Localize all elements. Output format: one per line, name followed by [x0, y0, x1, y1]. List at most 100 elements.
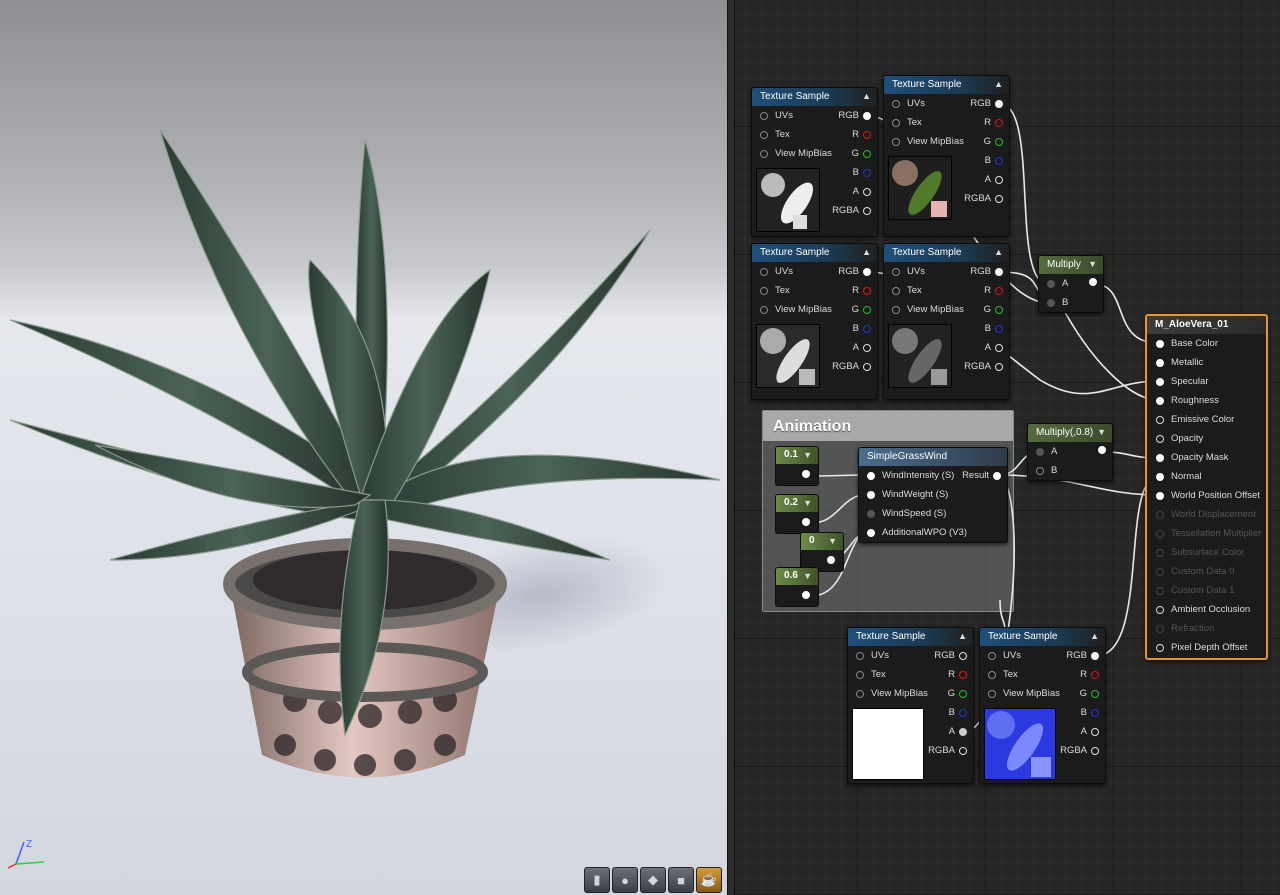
r-pin[interactable]: [995, 118, 1003, 127]
node-title[interactable]: Texture Sample ▲: [980, 628, 1105, 646]
collapse-arrow-icon[interactable]: ▼: [803, 571, 812, 581]
result-pin[interactable]: [993, 471, 1001, 480]
material-input-pin[interactable]: [1156, 643, 1164, 652]
b-pin[interactable]: [995, 156, 1003, 165]
r-pin[interactable]: [863, 130, 871, 139]
texture-sample-node[interactable]: Texture Sample ▲ UVs RGB Tex R View MipBias…: [751, 243, 878, 400]
collapse-arrow-icon[interactable]: ▼: [1088, 259, 1097, 269]
preview-viewport[interactable]: Z ▮ ● ◆ ■ ☕: [0, 0, 727, 895]
b-pin[interactable]: [1091, 708, 1099, 717]
material-input-pin[interactable]: [1156, 624, 1164, 633]
texture-sample-node[interactable]: Texture Sample ▲ UVs RGB Tex R View MipBias…: [751, 87, 878, 237]
material-input-pin[interactable]: [1156, 548, 1164, 557]
collapse-arrow-icon[interactable]: ▼: [828, 536, 837, 546]
tex-pin[interactable]: [856, 670, 864, 679]
collapse-arrow-icon[interactable]: ▲: [1090, 631, 1099, 641]
rgba-pin[interactable]: [959, 746, 967, 755]
material-input-row[interactable]: Normal: [1147, 467, 1266, 486]
r-pin[interactable]: [1091, 670, 1099, 679]
uvs-pin[interactable]: [760, 111, 768, 120]
material-input-row[interactable]: Refraction: [1147, 619, 1266, 638]
r-pin[interactable]: [995, 286, 1003, 295]
material-result-node[interactable]: M_AloeVera_01 Base Color Metallic Specular…: [1145, 314, 1268, 660]
node-title[interactable]: Texture Sample ▲: [752, 244, 877, 262]
material-input-pin[interactable]: [1156, 434, 1164, 443]
rgb-pin[interactable]: [995, 267, 1003, 276]
wind-weight-pin[interactable]: [867, 490, 875, 499]
rgba-pin[interactable]: [1091, 746, 1099, 755]
rgba-pin[interactable]: [995, 194, 1003, 203]
material-input-pin[interactable]: [1156, 415, 1164, 424]
collapse-arrow-icon[interactable]: ▲: [862, 247, 871, 257]
node-title[interactable]: 0.1 ▼: [776, 447, 818, 464]
a-pin[interactable]: [863, 343, 871, 352]
tex-pin[interactable]: [760, 130, 768, 139]
collapse-arrow-icon[interactable]: ▼: [803, 450, 812, 460]
mipbias-pin[interactable]: [988, 689, 996, 698]
node-title[interactable]: Texture Sample ▲: [884, 76, 1009, 94]
output-pin[interactable]: [827, 556, 835, 564]
a-input-pin[interactable]: [1036, 447, 1044, 456]
texture-sample-node[interactable]: Texture Sample ▲ UVs RGB Tex R View MipBias…: [979, 627, 1106, 784]
output-pin[interactable]: [1098, 446, 1106, 454]
additional-wpo-pin[interactable]: [867, 528, 875, 537]
material-input-pin[interactable]: [1156, 453, 1164, 462]
tex-pin[interactable]: [892, 118, 900, 127]
material-input-pin[interactable]: [1156, 529, 1164, 538]
g-pin[interactable]: [995, 137, 1003, 146]
material-input-pin[interactable]: [1156, 586, 1164, 595]
material-input-row[interactable]: World Position Offset: [1147, 486, 1266, 505]
node-title[interactable]: 0 ▼: [801, 533, 843, 550]
constant-node[interactable]: 0 ▼: [800, 532, 844, 572]
g-pin[interactable]: [1091, 689, 1099, 698]
multiply-scalar-node[interactable]: Multiply(,0.8) ▼ A B: [1027, 423, 1113, 481]
mipbias-pin[interactable]: [892, 305, 900, 314]
uvs-pin[interactable]: [760, 267, 768, 276]
material-input-pin[interactable]: [1156, 339, 1164, 348]
cylinder-icon[interactable]: ▮: [584, 867, 610, 893]
node-title[interactable]: Texture Sample ▲: [848, 628, 973, 646]
material-input-pin[interactable]: [1156, 377, 1164, 386]
b-input-pin[interactable]: [1036, 466, 1044, 475]
multiply-node[interactable]: Multiply ▼ A B: [1038, 255, 1104, 313]
material-input-row[interactable]: Ambient Occlusion: [1147, 600, 1266, 619]
texture-sample-node[interactable]: Texture Sample ▲ UVs RGB Tex R View MipBias…: [883, 243, 1010, 400]
b-pin[interactable]: [863, 324, 871, 333]
material-input-pin[interactable]: [1156, 510, 1164, 519]
g-pin[interactable]: [863, 305, 871, 314]
material-title[interactable]: M_AloeVera_01: [1147, 316, 1266, 334]
uvs-pin[interactable]: [892, 99, 900, 108]
b-pin[interactable]: [863, 168, 871, 177]
a-pin[interactable]: [995, 175, 1003, 184]
rgb-pin[interactable]: [1091, 651, 1099, 660]
rgb-pin[interactable]: [863, 267, 871, 276]
output-pin[interactable]: [802, 518, 810, 526]
rgba-pin[interactable]: [863, 206, 871, 215]
a-pin[interactable]: [1091, 727, 1099, 736]
a-pin[interactable]: [995, 343, 1003, 352]
node-title[interactable]: Multiply ▼: [1039, 256, 1103, 274]
material-input-row[interactable]: Base Color: [1147, 334, 1266, 353]
node-title[interactable]: Texture Sample ▲: [752, 88, 877, 106]
simple-grass-wind-node[interactable]: SimpleGrassWind WindIntensity (S) Result …: [858, 447, 1008, 543]
g-pin[interactable]: [995, 305, 1003, 314]
uvs-pin[interactable]: [892, 267, 900, 276]
comment-title[interactable]: Animation: [763, 411, 1013, 441]
rgba-pin[interactable]: [995, 362, 1003, 371]
mipbias-pin[interactable]: [856, 689, 864, 698]
material-input-pin[interactable]: [1156, 491, 1164, 500]
b-input-pin[interactable]: [1047, 298, 1055, 307]
b-pin[interactable]: [995, 324, 1003, 333]
material-input-row[interactable]: Metallic: [1147, 353, 1266, 372]
mipbias-pin[interactable]: [760, 305, 768, 314]
wind-speed-pin[interactable]: [867, 509, 875, 518]
rgba-pin[interactable]: [863, 362, 871, 371]
mipbias-pin[interactable]: [892, 137, 900, 146]
material-input-row[interactable]: Emissive Color: [1147, 410, 1266, 429]
r-pin[interactable]: [959, 670, 967, 679]
material-input-pin[interactable]: [1156, 396, 1164, 405]
material-input-row[interactable]: Tessellation Multiplier: [1147, 524, 1266, 543]
wind-intensity-pin[interactable]: [867, 471, 875, 480]
material-input-row[interactable]: World Displacement: [1147, 505, 1266, 524]
a-pin[interactable]: [863, 187, 871, 196]
